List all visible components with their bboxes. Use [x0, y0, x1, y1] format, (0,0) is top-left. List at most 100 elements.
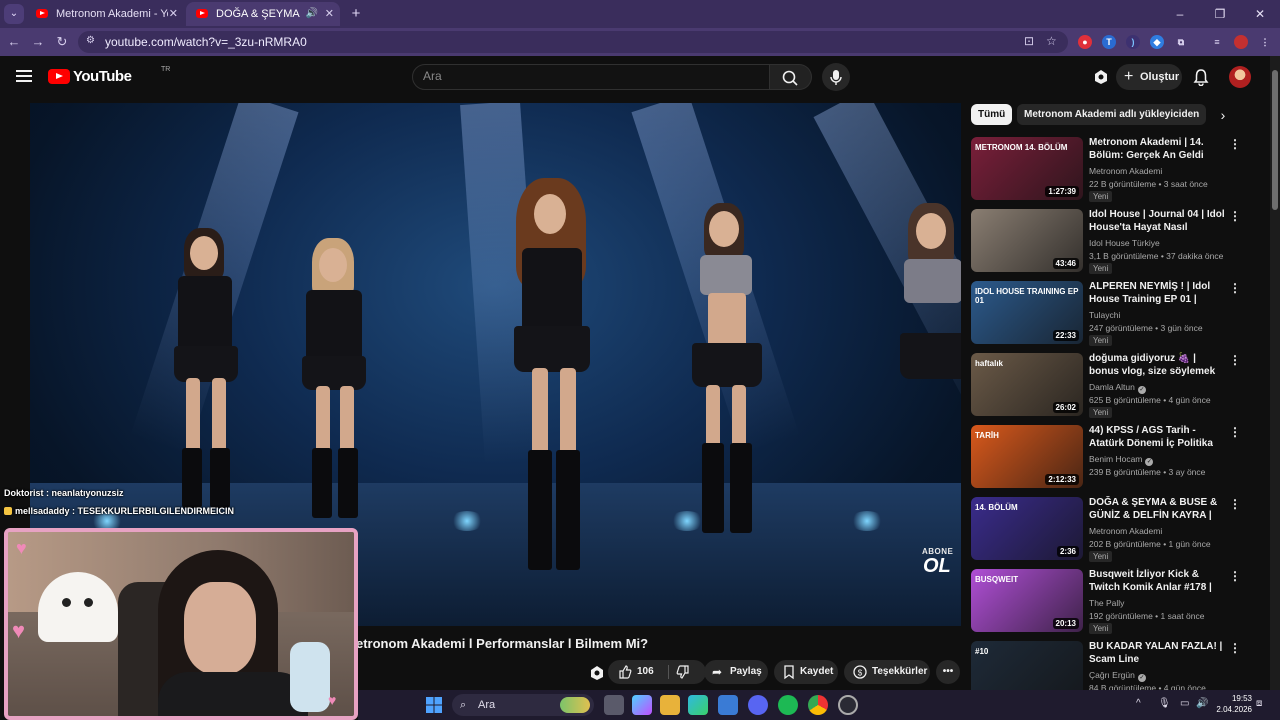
extension-translate-icon[interactable]: T	[1102, 35, 1116, 49]
discord-icon[interactable]	[748, 695, 768, 715]
video-thumbnail[interactable]: 14. BÖLÜM 2:36	[971, 497, 1083, 560]
notifications-bell-icon[interactable]	[1192, 68, 1210, 86]
more-vertical-icon[interactable]: ⋮	[1229, 641, 1241, 655]
channel-name[interactable]: Metronom Akademi	[1089, 526, 1162, 536]
chip-all[interactable]: Tümü	[971, 104, 1013, 125]
task-view-icon[interactable]	[604, 695, 624, 715]
chip-uploader[interactable]: Metronom Akademi adlı yükleyiciden	[1017, 104, 1207, 125]
like-button[interactable]	[618, 660, 632, 692]
tab-search-menu-button[interactable]: ⌄	[4, 4, 24, 24]
channel-name[interactable]: Çağrı Ergün ✓	[1089, 670, 1146, 682]
taskbar-search[interactable]: ⌕ Ara	[452, 694, 594, 716]
spotify-icon[interactable]	[778, 695, 798, 715]
maximize-window-button[interactable]: ❐	[1200, 0, 1240, 28]
tray-overflow-chevron-icon[interactable]: ^	[1136, 698, 1141, 709]
forward-arrow-icon[interactable]: →	[28, 32, 48, 52]
copilot-icon[interactable]	[632, 695, 652, 715]
profile-avatar-icon[interactable]	[1234, 35, 1248, 49]
address-bar[interactable]: ⚙ youtube.com/watch?v=_3zu-nRMRA0 ⊡ ☆	[78, 31, 1068, 53]
minimize-window-button[interactable]: –	[1160, 0, 1200, 28]
extension-shield-icon[interactable]: ◆	[1150, 35, 1164, 49]
close-tab-icon[interactable]: ✕	[325, 2, 334, 26]
voice-search-button[interactable]	[822, 63, 850, 91]
recommendation-item[interactable]: TARİH 2:12:33 44) KPSS / AGS Tarih - Atatü…	[971, 425, 1261, 491]
recommendation-item[interactable]: 14. BÖLÜM 2:36 DOĞA & ŞEYMA & BUSE & GÜNİZ…	[971, 497, 1261, 563]
more-vertical-icon[interactable]: ⋮	[1229, 569, 1241, 583]
recommendation-item[interactable]: METRONOM 14. BÖLÜM 1:27:39 Metronom Akadem…	[971, 137, 1261, 203]
video-thumbnail[interactable]: IDOL HOUSE TRAINING EP 01 22:33	[971, 281, 1083, 344]
video-thumbnail[interactable]: 43:46	[971, 209, 1083, 272]
extension-red-icon[interactable]: ●	[1078, 35, 1092, 49]
back-arrow-icon[interactable]: ←	[4, 32, 24, 52]
tab-active-video[interactable]: DOĞA & ŞEYMA & BUSE & 🔊 ✕	[186, 2, 340, 26]
video-thumbnail[interactable]: TARİH 2:12:33	[971, 425, 1083, 488]
recommendation-title[interactable]: DOĞA & ŞEYMA & BUSE & GÜNİZ & DELFİN KAY…	[1089, 496, 1227, 522]
network-tray-icon[interactable]: ▭	[1180, 698, 1189, 709]
recommendation-item[interactable]: 43:46 Idol House | Journal 04 | Idol Hous…	[971, 209, 1261, 275]
chips-next-arrow-icon[interactable]: ›	[1214, 106, 1232, 124]
channel-name[interactable]: Idol House Türkiye	[1089, 238, 1160, 248]
volume-tray-icon[interactable]: 🔊	[1196, 698, 1208, 709]
close-window-button[interactable]: ✕	[1240, 0, 1280, 28]
install-app-icon[interactable]: ⊡	[1024, 34, 1034, 48]
channel-name[interactable]: Tulaychi	[1089, 310, 1120, 320]
more-vertical-icon[interactable]: ⋮	[1229, 137, 1241, 151]
reading-list-icon[interactable]: ≡	[1210, 35, 1224, 49]
create-button[interactable]: + Oluştur	[1116, 64, 1182, 90]
site-info-icon[interactable]: ⚙	[86, 35, 95, 46]
search-box[interactable]	[412, 64, 770, 90]
microphone-tray-icon[interactable]: 🎙	[1158, 698, 1171, 709]
notification-center-icon[interactable]: ⧈	[1256, 698, 1262, 709]
more-actions-button[interactable]: •••	[936, 660, 960, 684]
video-thumbnail[interactable]: METRONOM 14. BÖLÜM 1:27:39	[971, 137, 1083, 200]
recommendation-title[interactable]: Idol House | Journal 04 | Idol House'ta …	[1089, 208, 1227, 234]
thanks-button[interactable]: $ Teşekkürler	[844, 660, 930, 684]
channel-name[interactable]: The Pally	[1089, 598, 1124, 608]
more-vertical-icon[interactable]: ⋮	[1229, 353, 1241, 367]
channel-name[interactable]: Metronom Akademi	[1089, 166, 1162, 176]
video-thumbnail[interactable]: BUSQWEIT 20:13	[971, 569, 1083, 632]
recommendation-title[interactable]: Busqweit İzliyor Kick & Twitch Komik Anl…	[1089, 568, 1227, 594]
channel-name[interactable]: Damla Altun ✓	[1089, 382, 1146, 394]
audio-playing-icon[interactable]: 🔊	[306, 2, 318, 26]
recommendation-item[interactable]: haftalık 26:02 doğuma gidiyoruz 🍇 | bonus …	[971, 353, 1261, 419]
share-button[interactable]: ➦ Paylaş	[704, 660, 768, 684]
recommendation-title[interactable]: BU KADAR YALAN FAZLA! | Scam Line	[1089, 640, 1227, 666]
reload-icon[interactable]: ↻	[52, 32, 72, 52]
more-vertical-icon[interactable]: ⋮	[1229, 425, 1241, 439]
page-scrollbar[interactable]	[1270, 56, 1280, 690]
channel-name[interactable]: Benim Hocam ✓	[1089, 454, 1154, 466]
recommendation-title[interactable]: Metronom Akademi | 14. Bölüm: Gerçek An …	[1089, 136, 1227, 162]
menu-hamburger-icon[interactable]	[16, 70, 32, 82]
recommendation-title[interactable]: doğuma gidiyoruz 🍇 | bonus vlog, size sö…	[1089, 352, 1227, 378]
more-vertical-icon[interactable]: ⋮	[1229, 209, 1241, 223]
close-tab-icon[interactable]: ✕	[169, 2, 178, 26]
microsoft-store-icon[interactable]	[718, 695, 738, 715]
scrollbar-thumb[interactable]	[1272, 70, 1278, 210]
search-input[interactable]	[423, 69, 753, 83]
taskbar-clock[interactable]: 19:53 2.04.2026	[1216, 693, 1252, 715]
edge-browser-icon[interactable]	[688, 695, 708, 715]
extensions-puzzle-icon[interactable]: ⧉	[1174, 35, 1188, 49]
recommendation-item[interactable]: IDOL HOUSE TRAINING EP 01 22:33 ALPEREN NE…	[971, 281, 1261, 347]
new-tab-button[interactable]: +	[346, 4, 366, 24]
obs-studio-icon[interactable]	[838, 695, 858, 715]
file-explorer-icon[interactable]	[660, 695, 680, 715]
tab-metronom-akademi[interactable]: Metronom Akademi - YouTube ✕	[26, 2, 184, 26]
more-vertical-icon[interactable]: ⋮	[1229, 497, 1241, 511]
recommendation-title[interactable]: ALPEREN NEYMİŞ ! | Idol House Training E…	[1089, 280, 1227, 306]
live-cast-icon[interactable]	[1092, 68, 1110, 86]
browser-menu-icon[interactable]: ⋮	[1258, 35, 1272, 49]
windows-start-icon[interactable]	[424, 695, 444, 715]
search-button[interactable]	[770, 64, 812, 90]
recommendation-title[interactable]: 44) KPSS / AGS Tarih - Atatürk Dönemi İç…	[1089, 424, 1227, 450]
video-thumbnail[interactable]: haftalık 26:02	[971, 353, 1083, 416]
dislike-button[interactable]	[676, 660, 690, 692]
save-button[interactable]: Kaydet	[774, 660, 838, 684]
live-cast-icon[interactable]	[588, 664, 606, 682]
bookmark-star-icon[interactable]: ☆	[1046, 34, 1057, 48]
recommendation-item[interactable]: BUSQWEIT 20:13 Busqweit İzliyor Kick & Twi…	[971, 569, 1261, 635]
extension-audio-icon[interactable]: )	[1126, 35, 1140, 49]
more-vertical-icon[interactable]: ⋮	[1229, 281, 1241, 295]
chrome-icon[interactable]	[808, 695, 828, 715]
